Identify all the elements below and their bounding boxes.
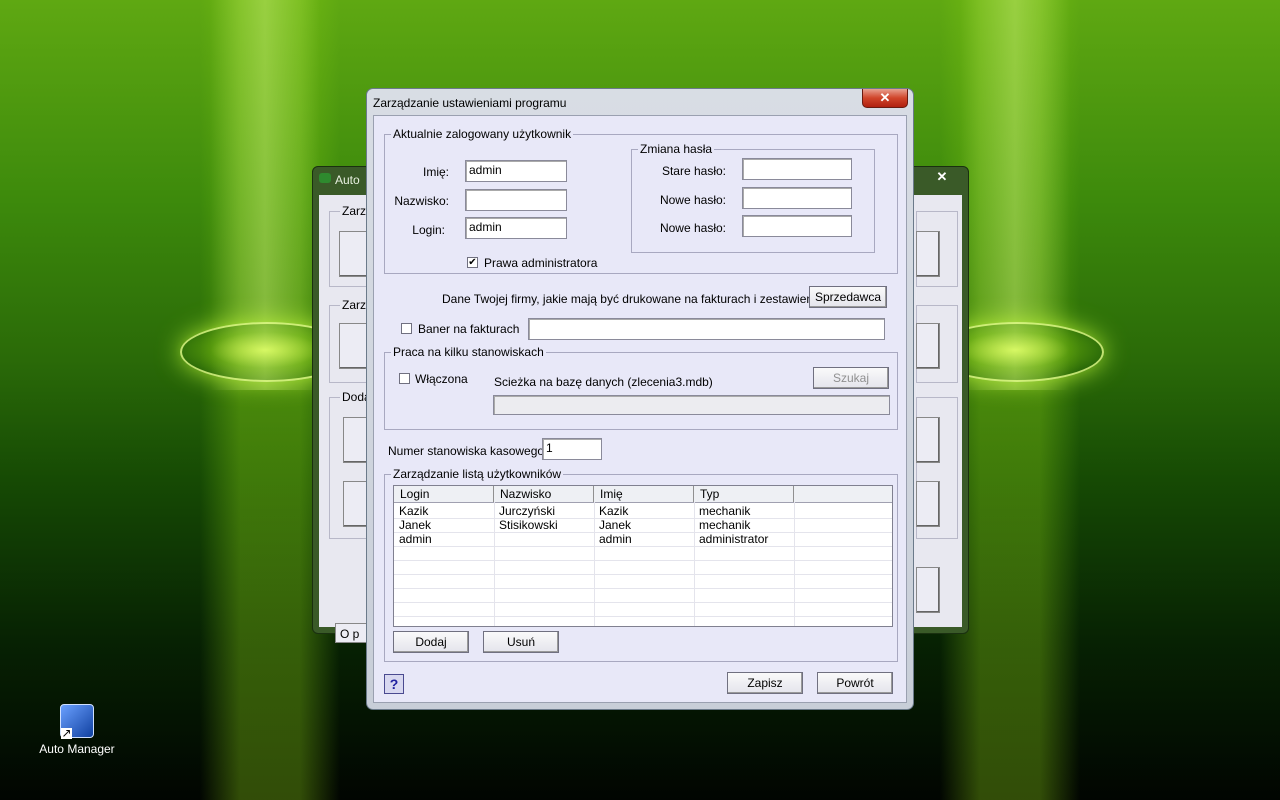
dialog-title: Zarządzanie ustawieniami programu xyxy=(373,96,567,110)
column-header-last-name[interactable]: Nazwisko xyxy=(494,486,594,502)
cash-station-field[interactable]: 1 xyxy=(542,438,602,460)
table-row[interactable]: Kazik Jurczyński Kazik mechanik xyxy=(394,504,892,519)
login-label: Login: xyxy=(412,223,445,237)
first-name-field[interactable]: admin xyxy=(465,160,567,182)
seller-button[interactable]: Sprzedawca xyxy=(809,286,887,308)
cell-first-name: Kazik xyxy=(599,504,629,518)
help-button[interactable]: ? xyxy=(384,674,404,694)
new-password-label: Nowe hasło: xyxy=(659,193,726,207)
table-row[interactable]: Janek Stisikowski Janek mechanik xyxy=(394,518,892,533)
users-group-label: Zarządzanie listą użytkowników xyxy=(391,467,564,481)
dialog-client: Aktualnie zalogowany użytkownik Imię: ad… xyxy=(373,115,907,703)
remove-user-button[interactable]: Usuń xyxy=(483,631,559,653)
column-header-login[interactable]: Login xyxy=(394,486,494,502)
desktop-shortcut-auto-manager[interactable]: Auto Manager xyxy=(34,704,120,756)
banner-field[interactable] xyxy=(528,318,885,340)
users-list[interactable]: Login Nazwisko Imię Typ Kazik Jurczyński… xyxy=(393,485,893,627)
admin-rights-label: Prawa administratora xyxy=(484,256,598,270)
close-icon[interactable]: ✕ xyxy=(922,169,962,187)
login-field[interactable]: admin xyxy=(465,217,567,239)
cell-first-name: Janek xyxy=(599,518,632,532)
cell-last-name: Jurczyński xyxy=(499,504,556,518)
table-row[interactable]: admin admin administrator xyxy=(394,532,892,547)
cell-type: administrator xyxy=(699,532,769,546)
old-password-label: Stare hasło: xyxy=(661,164,726,178)
column-header-first-name[interactable]: Imię xyxy=(594,486,694,502)
multi-station-group: Praca na kilku stanowiskach Włączona Sci… xyxy=(384,345,898,430)
admin-rights-checkbox[interactable]: ✔ xyxy=(467,257,478,268)
new-password-field[interactable] xyxy=(742,187,852,209)
banner-checkbox[interactable] xyxy=(401,323,412,334)
empty-row xyxy=(394,602,892,617)
first-name-label: Imię: xyxy=(422,165,449,179)
users-list-header: Login Nazwisko Imię Typ xyxy=(394,486,892,503)
multi-station-enabled-checkbox[interactable] xyxy=(399,373,410,384)
add-user-button[interactable]: Dodaj xyxy=(393,631,469,653)
last-name-label: Nazwisko: xyxy=(394,194,449,208)
auto-manager-icon xyxy=(60,704,94,739)
desktop-shortcut-label: Auto Manager xyxy=(39,742,115,756)
app-icon xyxy=(319,173,331,183)
cell-login: admin xyxy=(399,532,432,546)
current-user-group-label: Aktualnie zalogowany użytkownik xyxy=(391,127,574,141)
cell-type: mechanik xyxy=(699,504,751,518)
old-password-field[interactable] xyxy=(742,158,852,180)
right-button-4[interactable] xyxy=(916,481,940,527)
company-data-prompt: Dane Twojej firmy, jakie mają być drukow… xyxy=(442,292,839,306)
confirm-password-label: Nowe hasło: xyxy=(659,221,726,235)
db-path-label: Scieżka na bazę danych (zlecenia3.mdb) xyxy=(494,375,713,389)
users-management-group: Zarządzanie listą użytkowników Login Naz… xyxy=(384,467,898,662)
last-name-field[interactable] xyxy=(465,189,567,211)
right-button-1[interactable] xyxy=(916,231,940,277)
db-path-field[interactable] xyxy=(493,395,890,415)
multi-station-group-label: Praca na kilku stanowiskach xyxy=(391,345,546,359)
right-button-5[interactable] xyxy=(916,567,940,613)
cell-login: Janek xyxy=(399,518,432,532)
empty-row xyxy=(394,560,892,575)
cell-login: Kazik xyxy=(399,504,429,518)
right-button-2[interactable] xyxy=(916,323,940,369)
save-button[interactable]: Zapisz xyxy=(727,672,803,694)
multi-station-enabled-label: Włączona xyxy=(415,372,468,386)
empty-row xyxy=(394,588,892,603)
cell-type: mechanik xyxy=(699,518,751,532)
empty-row xyxy=(394,546,892,561)
cell-last-name xyxy=(494,532,594,546)
banner-label: Baner na fakturach xyxy=(418,322,520,336)
right-button-3[interactable] xyxy=(916,417,940,463)
empty-row xyxy=(394,574,892,589)
settings-dialog[interactable]: Zarządzanie ustawieniami programu ✕ Aktu… xyxy=(366,88,914,710)
cell-last-name: Stisikowski xyxy=(499,518,558,532)
password-change-group-label: Zmiana hasła xyxy=(638,142,715,156)
confirm-password-field[interactable] xyxy=(742,215,852,237)
back-button[interactable]: Powrót xyxy=(817,672,893,694)
current-user-group: Aktualnie zalogowany użytkownik Imię: ad… xyxy=(384,127,898,274)
search-button[interactable]: Szukaj xyxy=(813,367,889,389)
cash-station-label: Numer stanowiska kasowego: xyxy=(388,444,548,458)
close-icon[interactable]: ✕ xyxy=(862,89,908,108)
window-title: Auto xyxy=(335,173,360,187)
column-header-type[interactable]: Typ xyxy=(694,486,794,502)
password-change-group: Zmiana hasła Stare hasło: Nowe hasło: No… xyxy=(631,142,875,253)
cell-first-name: admin xyxy=(599,532,632,546)
